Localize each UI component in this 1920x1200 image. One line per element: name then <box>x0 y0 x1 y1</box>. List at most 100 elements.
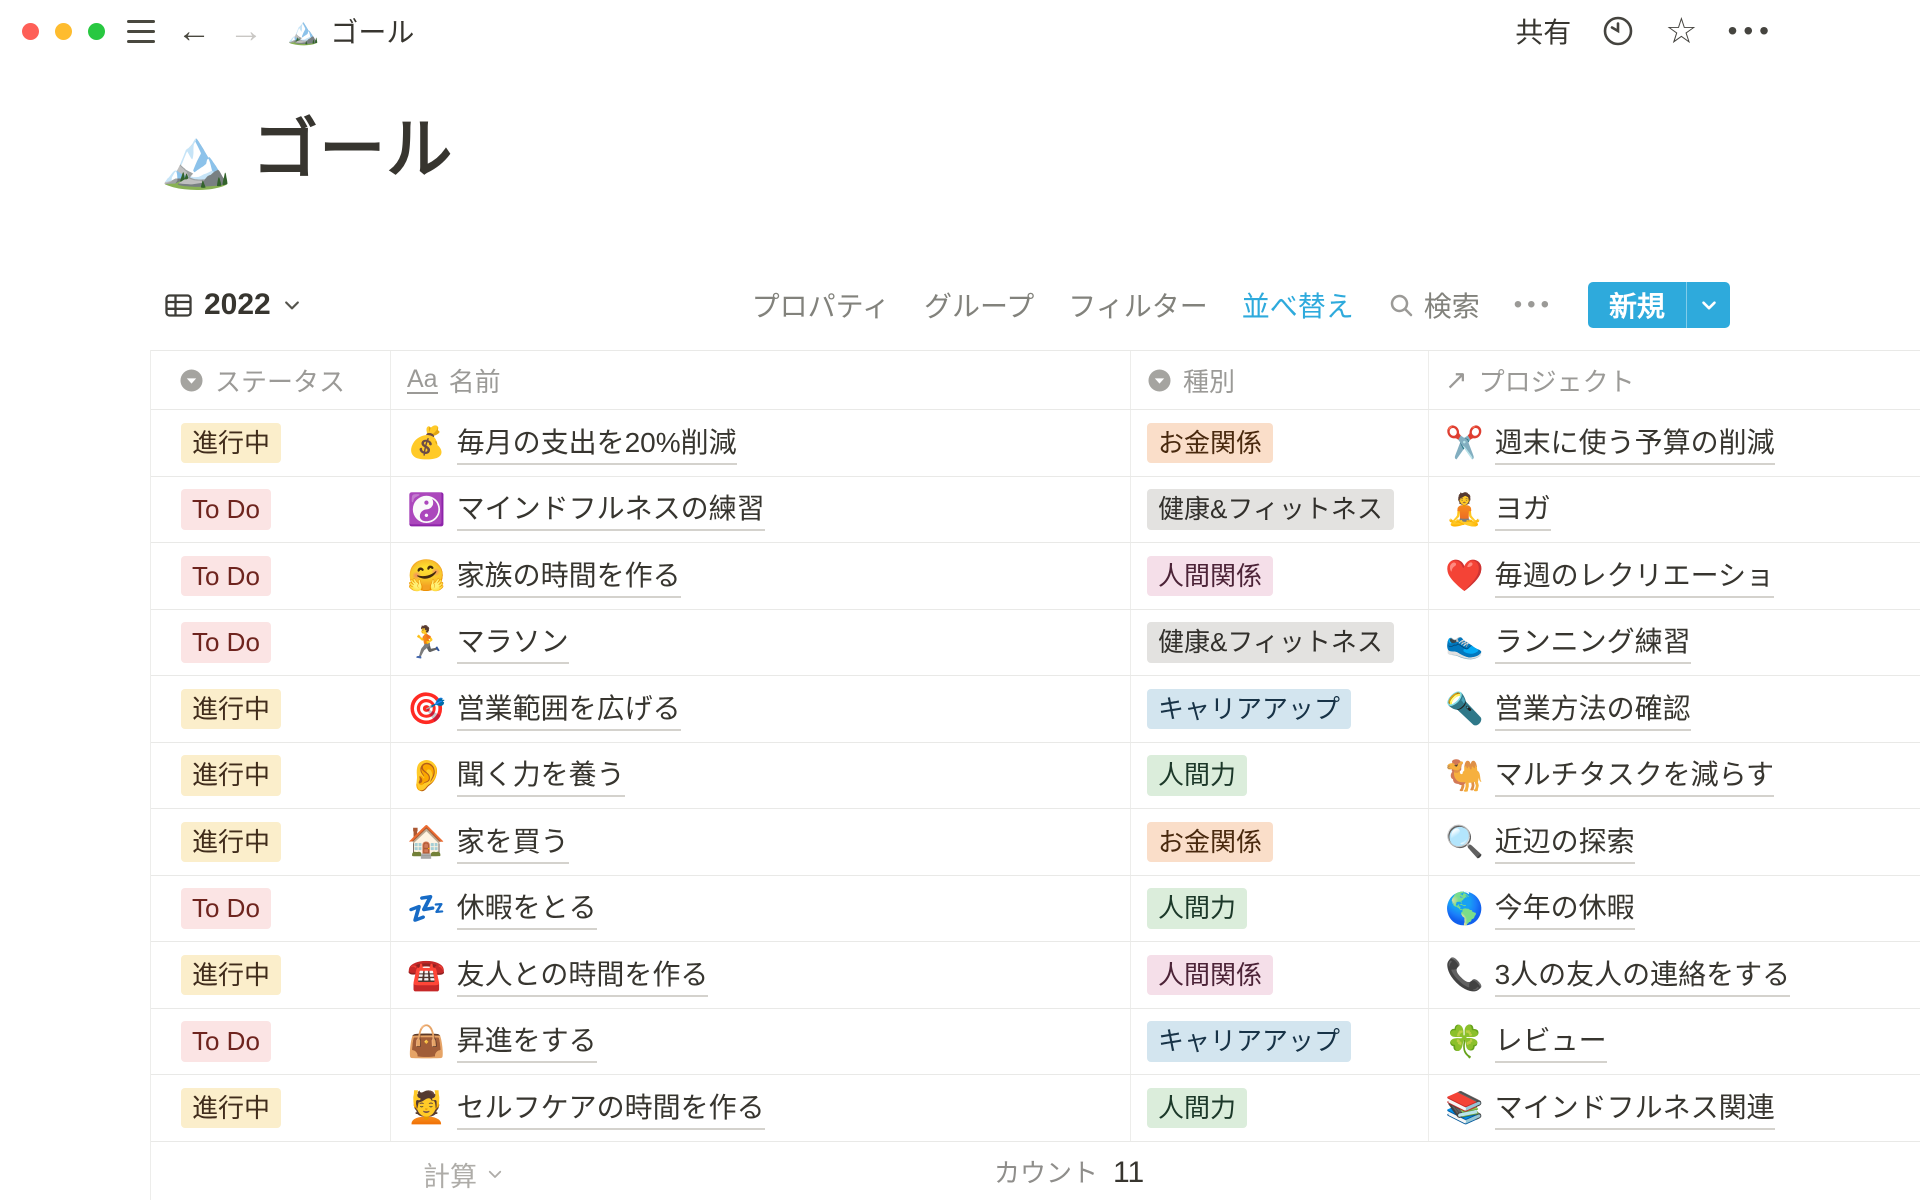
calculate-button[interactable]: 計算 <box>423 1155 504 1194</box>
column-header-type[interactable]: 種別 <box>1131 351 1429 409</box>
project-cell[interactable]: ❤️ 毎週のレクリエーショ <box>1429 543 1920 609</box>
name-cell[interactable]: 👂 聞く力を養う <box>391 743 1131 809</box>
type-cell[interactable]: キャリアアップ <box>1131 1009 1429 1075</box>
page-title[interactable]: ゴール <box>252 112 453 188</box>
status-cell[interactable]: To Do <box>151 876 391 942</box>
view-more-icon[interactable]: ••• <box>1514 291 1554 319</box>
table-row[interactable]: 進行中 🎯 営業範囲を広げる キャリアアップ 🔦 営業方法の確認 <box>151 676 1920 743</box>
share-button[interactable]: 共有 <box>1515 11 1571 51</box>
status-cell[interactable]: 進行中 <box>151 942 391 1008</box>
project-link[interactable]: 今年の休暇 <box>1495 886 1635 930</box>
page-link[interactable]: 昇進をする <box>457 1019 597 1063</box>
sidebar-toggle-button[interactable] <box>127 20 155 43</box>
project-cell[interactable]: 🔍 近辺の探索 <box>1429 809 1920 875</box>
type-cell[interactable]: 人間力 <box>1131 876 1429 942</box>
page-link[interactable]: 営業範囲を広げる <box>457 687 681 731</box>
project-link[interactable]: 3人の友人の連絡をする <box>1495 953 1791 997</box>
project-link[interactable]: ランニング練習 <box>1495 620 1691 664</box>
status-cell[interactable]: To Do <box>151 610 391 676</box>
updates-clock-icon[interactable] <box>1601 14 1635 48</box>
page-link[interactable]: 家族の時間を作る <box>457 554 681 598</box>
breadcrumb[interactable]: 🏔️ ゴール <box>287 11 414 51</box>
back-button[interactable]: ← <box>177 14 211 48</box>
name-cell[interactable]: 💆 セルフケアの時間を作る <box>391 1075 1131 1141</box>
more-options-icon[interactable]: ••• <box>1728 17 1775 45</box>
status-cell[interactable]: 進行中 <box>151 676 391 742</box>
project-cell[interactable]: 👟 ランニング練習 <box>1429 610 1920 676</box>
name-cell[interactable]: 🏃 マラソン <box>391 610 1131 676</box>
name-cell[interactable]: 👜 昇進をする <box>391 1009 1131 1075</box>
project-cell[interactable]: 🐫 マルチタスクを減らす <box>1429 743 1920 809</box>
type-cell[interactable]: 人間関係 <box>1131 543 1429 609</box>
filter-button[interactable]: フィルター <box>1068 285 1207 325</box>
page-icon[interactable]: 🏔️ <box>160 130 232 188</box>
project-link[interactable]: ヨガ <box>1495 487 1551 531</box>
type-cell[interactable]: お金関係 <box>1131 410 1429 476</box>
type-cell[interactable]: 人間力 <box>1131 743 1429 809</box>
project-cell[interactable]: 📚 マインドフルネス関連 <box>1429 1075 1920 1141</box>
status-cell[interactable]: To Do <box>151 1009 391 1075</box>
project-cell[interactable]: ✂️ 週末に使う予算の削減 <box>1429 410 1920 476</box>
page-link[interactable]: 家を買う <box>457 820 569 864</box>
table-row[interactable]: 進行中 👂 聞く力を養う 人間力 🐫 マルチタスクを減らす <box>151 743 1920 810</box>
column-header-name[interactable]: Aa 名前 <box>391 351 1131 409</box>
project-link[interactable]: レビュー <box>1495 1019 1607 1063</box>
count-aggregate[interactable]: カウント 11 <box>994 1153 1144 1190</box>
type-cell[interactable]: お金関係 <box>1131 809 1429 875</box>
name-cell[interactable]: 💰 毎月の支出を20%削減 <box>391 410 1131 476</box>
name-cell[interactable]: 🏠 家を買う <box>391 809 1131 875</box>
project-link[interactable]: 週末に使う予算の削減 <box>1495 421 1775 465</box>
new-button-label[interactable]: 新規 <box>1588 282 1686 328</box>
status-cell[interactable]: 進行中 <box>151 410 391 476</box>
table-row[interactable]: 進行中 ☎️ 友人との時間を作る 人間関係 📞 3人の友人の連絡をする <box>151 942 1920 1009</box>
status-cell[interactable]: To Do <box>151 477 391 543</box>
type-cell[interactable]: 健康&フィットネス <box>1131 477 1429 543</box>
view-selector[interactable]: 2022 <box>150 288 316 322</box>
name-cell[interactable]: 🤗 家族の時間を作る <box>391 543 1131 609</box>
page-title-block[interactable]: 🏔️ ゴール <box>160 112 453 188</box>
project-cell[interactable]: 🍀 レビュー <box>1429 1009 1920 1075</box>
table-row[interactable]: 進行中 💆 セルフケアの時間を作る 人間力 📚 マインドフルネス関連 <box>151 1075 1920 1142</box>
project-cell[interactable]: 📞 3人の友人の連絡をする <box>1429 942 1920 1008</box>
project-link[interactable]: 近辺の探索 <box>1495 820 1635 864</box>
project-cell[interactable]: 🧘 ヨガ <box>1429 477 1920 543</box>
type-cell[interactable]: キャリアアップ <box>1131 676 1429 742</box>
column-header-project[interactable]: ↗ プロジェクト <box>1429 351 1920 409</box>
project-cell[interactable]: 🔦 営業方法の確認 <box>1429 676 1920 742</box>
type-cell[interactable]: 人間関係 <box>1131 942 1429 1008</box>
project-link[interactable]: マインドフルネス関連 <box>1495 1086 1775 1130</box>
new-button[interactable]: 新規 <box>1588 282 1730 328</box>
name-cell[interactable]: 🎯 営業範囲を広げる <box>391 676 1131 742</box>
page-link[interactable]: 友人との時間を作る <box>457 953 709 997</box>
forward-button[interactable]: → <box>229 14 263 48</box>
search-button[interactable]: 検索 <box>1388 285 1480 325</box>
sort-button[interactable]: 並べ替え <box>1242 285 1354 325</box>
page-link[interactable]: セルフケアの時間を作る <box>457 1086 765 1130</box>
favorite-star-icon[interactable]: ☆ <box>1665 13 1697 49</box>
zoom-window-button[interactable] <box>88 23 105 40</box>
close-window-button[interactable] <box>22 23 39 40</box>
table-row[interactable]: To Do 🤗 家族の時間を作る 人間関係 ❤️ 毎週のレクリエーショ <box>151 543 1920 610</box>
table-row[interactable]: 進行中 🏠 家を買う お金関係 🔍 近辺の探索 <box>151 809 1920 876</box>
table-row[interactable]: To Do 💤 休暇をとる 人間力 🌎 今年の休暇 <box>151 876 1920 943</box>
project-link[interactable]: マルチタスクを減らす <box>1495 753 1774 797</box>
page-link[interactable]: マインドフルネスの練習 <box>457 487 765 531</box>
properties-button[interactable]: プロパティ <box>752 285 890 325</box>
column-header-status[interactable]: ステータス <box>151 351 391 409</box>
new-button-dropdown[interactable] <box>1686 282 1730 328</box>
page-link[interactable]: マラソン <box>457 620 569 664</box>
type-cell[interactable]: 健康&フィットネス <box>1131 610 1429 676</box>
minimize-window-button[interactable] <box>55 23 72 40</box>
name-cell[interactable]: ☯️ マインドフルネスの練習 <box>391 477 1131 543</box>
table-row[interactable]: To Do 👜 昇進をする キャリアアップ 🍀 レビュー <box>151 1009 1920 1076</box>
table-row[interactable]: To Do ☯️ マインドフルネスの練習 健康&フィットネス 🧘 ヨガ <box>151 477 1920 544</box>
table-row[interactable]: To Do 🏃 マラソン 健康&フィットネス 👟 ランニング練習 <box>151 610 1920 677</box>
status-cell[interactable]: 進行中 <box>151 743 391 809</box>
page-link[interactable]: 聞く力を養う <box>457 753 625 797</box>
name-cell[interactable]: 💤 休暇をとる <box>391 876 1131 942</box>
status-cell[interactable]: 進行中 <box>151 1075 391 1141</box>
name-cell[interactable]: ☎️ 友人との時間を作る <box>391 942 1131 1008</box>
project-cell[interactable]: 🌎 今年の休暇 <box>1429 876 1920 942</box>
status-cell[interactable]: To Do <box>151 543 391 609</box>
group-button[interactable]: グループ <box>924 285 1034 325</box>
